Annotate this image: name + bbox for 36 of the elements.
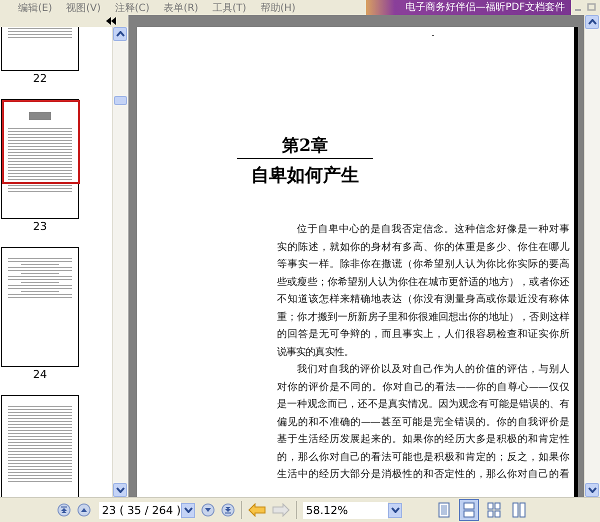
menu-item[interactable]: 帮助(H) <box>260 0 296 14</box>
body-paragraph: 位于自卑中心的是自我否定信念。这种信念好像是一种对事 实的陈述，就如你的身材有多高、你的体重是多少、你住在哪儿 等事实一样。除非你在撒谎（你希望别人认为你比你实际的要高 些或瘦些；你希望别人认为你住在城市更舒适的地方），或者你还 不知道该怎样来精确地表达（你没有测量身高或你最近没有称体 重；你才搬到一所新房子里和你很难回想出你的地址），否则这样 的回答是无可争辩的，而且事实上，人们很容易检查和证实你所 说事实的真实性。 <box>277 222 569 360</box>
page-number-field[interactable]: 23 ( 35 / 264 ) <box>99 502 181 518</box>
dropdown-icon[interactable] <box>388 502 402 518</box>
menu-item[interactable]: 表单(R) <box>164 0 198 14</box>
next-page-icon[interactable] <box>201 503 215 517</box>
scroll-up-icon[interactable] <box>585 15 599 29</box>
page-number: 23 <box>33 220 47 233</box>
chapter-title: 自卑如何产生 <box>250 164 360 187</box>
menu-item[interactable]: 注释(C) <box>114 0 150 14</box>
page-thumbnail[interactable] <box>1 99 79 219</box>
page-thumbnail[interactable] <box>1 247 79 367</box>
page-number: 24 <box>33 368 47 381</box>
menu-item[interactable]: 视图(V) <box>66 0 101 14</box>
collapse-icon[interactable] <box>106 17 116 25</box>
viewport-frame[interactable] <box>2 100 80 184</box>
scroll-up-icon[interactable] <box>113 27 127 41</box>
menu-item[interactable]: 编辑(E) <box>18 0 52 14</box>
first-page-icon[interactable] <box>57 503 71 517</box>
continuous-view-icon[interactable] <box>459 499 479 521</box>
scroll-thumb[interactable] <box>114 96 127 105</box>
page-thumbnail[interactable] <box>1 395 79 497</box>
scroll-down-icon[interactable] <box>585 483 599 497</box>
heading-block <box>29 112 51 120</box>
menu-item[interactable]: 工具(T) <box>212 0 246 14</box>
last-page-icon[interactable] <box>221 503 235 517</box>
zoom-field[interactable]: 58.12% <box>303 502 388 518</box>
scrollbar[interactable] <box>584 15 600 497</box>
scrollbar[interactable] <box>112 27 128 497</box>
scroll-down-icon[interactable] <box>113 483 127 497</box>
page-number: 22 <box>33 72 47 85</box>
ad-banner[interactable]: 电子商务好伴侣—福昕PDF文档套件 <box>366 0 571 15</box>
body-paragraph: 我们对自我的评价以及对自己作为人的价值的评估，与别人 对你的评价是不同的。你对自己的看法——你的自尊心——仅仅 是一种观念而已，还不是真实情况。因为观念有可能是错误的、有 偏见的和不准确的——甚至可能是完全错误的。你的自我评价是 基于生活经历发展起来的。如果你的经历大多是积极的和肯定性 的，那么你对自己的看法可能也是积极和肯定的；反之，如果你 生活中的经历大部分是消极性的和否定性的，那么你对自己的看 <box>277 362 569 482</box>
chapter-number: 第2章 <box>237 27 373 159</box>
dropdown-icon[interactable] <box>181 502 195 518</box>
previous-page-icon[interactable] <box>77 503 91 517</box>
